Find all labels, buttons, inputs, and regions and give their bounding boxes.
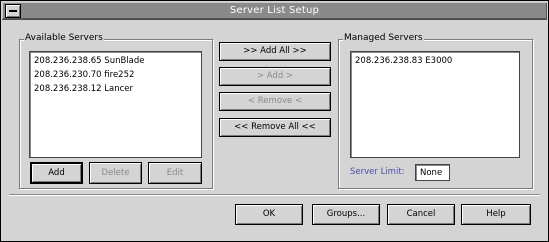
title-bar[interactable]: Server List Setup — [2, 2, 547, 20]
groups-button[interactable]: Groups... — [312, 204, 380, 225]
list-item[interactable]: 208.236.238.65 SunBlade — [34, 56, 145, 66]
server-list-setup-dialog: Server List Setup Available Servers 208.… — [0, 0, 549, 242]
server-limit-label: Server Limit: — [350, 167, 405, 177]
list-item[interactable]: 208.236.238.83 E3000 — [355, 56, 452, 66]
help-button[interactable]: Help — [461, 204, 531, 225]
managed-servers-list[interactable]: 208.236.238.83 E3000 — [350, 51, 520, 158]
window-title: Server List Setup — [229, 5, 320, 16]
edit-server-button[interactable]: Edit — [148, 162, 202, 184]
add-server-button[interactable]: Add — [30, 162, 83, 184]
delete-server-button[interactable]: Delete — [89, 162, 142, 184]
ok-button[interactable]: OK — [235, 204, 303, 225]
separator — [9, 194, 540, 196]
available-servers-list[interactable]: 208.236.238.65 SunBlade 208.236.230.70 f… — [29, 51, 202, 158]
server-limit-field[interactable]: None — [415, 164, 450, 181]
add-button[interactable]: > Add > — [219, 67, 331, 86]
list-item[interactable]: 208.236.238.12 Lancer — [34, 84, 133, 94]
list-item[interactable]: 208.236.230.70 fire252 — [34, 70, 134, 80]
add-all-button[interactable]: >> Add All >> — [219, 42, 331, 61]
available-servers-label: Available Servers — [24, 33, 104, 43]
managed-servers-label: Managed Servers — [343, 33, 424, 43]
cancel-button[interactable]: Cancel — [387, 204, 455, 225]
remove-button[interactable]: < Remove < — [219, 92, 331, 111]
remove-all-button[interactable]: << Remove All << — [219, 118, 331, 137]
